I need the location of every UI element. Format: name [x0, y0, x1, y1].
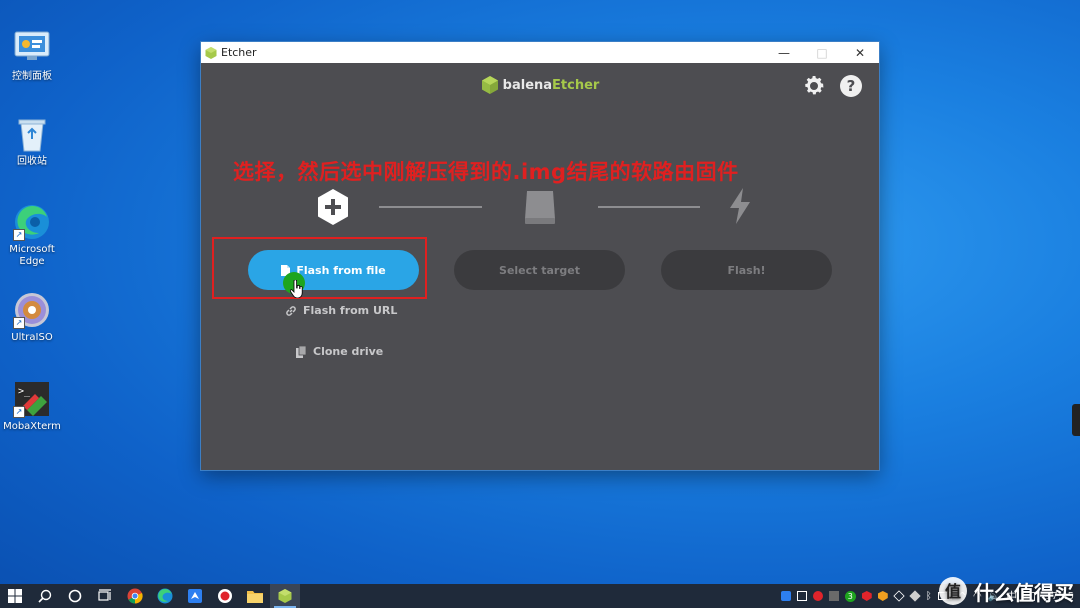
taskbar-recorder[interactable] — [210, 584, 240, 608]
help-icon[interactable]: ? — [839, 74, 863, 98]
watermark: 值 什么值得买 — [938, 576, 1074, 606]
desktop-icon-label: MobaXterm — [3, 421, 61, 432]
svg-text:?: ? — [847, 77, 856, 95]
brand-logo: balena Etcher — [201, 76, 879, 94]
start-button[interactable] — [0, 584, 30, 608]
svg-text:>_: >_ — [18, 386, 31, 397]
control-panel-icon — [13, 30, 51, 68]
taskbar-file-explorer[interactable] — [240, 584, 270, 608]
maximize-button[interactable]: □ — [803, 42, 841, 63]
shortcut-arrow-icon: ↗ — [13, 229, 25, 241]
edge-icon — [157, 588, 173, 604]
etcher-app-icon — [278, 589, 292, 603]
window-title: Etcher — [221, 46, 257, 59]
link-icon — [286, 305, 296, 316]
chrome-icon — [127, 588, 143, 604]
tray-app2-icon[interactable] — [909, 590, 921, 602]
tray-badge[interactable]: 3 — [844, 590, 856, 602]
taskbar-etcher[interactable] — [270, 584, 300, 608]
balena-cube-icon — [481, 76, 498, 94]
desktop-icon-label: 回收站 — [17, 156, 47, 167]
title-bar[interactable]: Etcher — □ ✕ — [201, 42, 879, 63]
taskbar-chrome[interactable] — [120, 584, 150, 608]
watermark-logo-icon: 值 — [939, 577, 967, 605]
desktop-icon-label: 控制面板 — [12, 71, 52, 82]
tray-security-icon[interactable] — [877, 591, 888, 601]
flash-from-url-link[interactable]: Flash from URL — [285, 304, 397, 317]
tray-square-icon[interactable] — [828, 591, 839, 601]
add-source-hex-icon — [318, 189, 348, 225]
task-view-button[interactable] — [90, 584, 120, 608]
step-connector — [598, 206, 700, 208]
desktop-icon-mobaxterm[interactable]: >_ ↗ MobaXterm — [0, 380, 64, 433]
taskbar: 3 ᛒ ^ ◠ 🔈 中 17:45 — [0, 584, 1080, 608]
tray-notepad-icon[interactable] — [796, 591, 807, 601]
desktop-icon-edge[interactable]: ↗ Microsoft Edge — [0, 203, 64, 268]
drive-icon — [525, 191, 555, 224]
tray-shield-icon[interactable] — [861, 591, 872, 601]
clone-drive-link[interactable]: Clone drive — [296, 345, 383, 358]
bluetooth-icon[interactable]: ᛒ — [926, 591, 932, 602]
recycle-bin-icon — [13, 115, 51, 153]
shortcut-arrow-icon: ↗ — [13, 317, 25, 329]
search-button[interactable] — [30, 584, 60, 608]
cortana-button[interactable] — [60, 584, 90, 608]
flash-from-url-label: Flash from URL — [303, 304, 398, 317]
select-target-button[interactable]: Select target — [454, 250, 625, 290]
side-panel-tab[interactable] — [1072, 404, 1080, 436]
desktop-icon-recycle-bin[interactable]: 回收站 — [0, 115, 64, 168]
annotation-instruction: 选择，然后选中刚解压得到的.img结尾的软路由固件 — [233, 160, 739, 184]
ultraiso-disc-icon: ↗ — [13, 291, 51, 329]
edge-icon: ↗ — [13, 203, 51, 241]
tray-app-icon[interactable] — [780, 591, 791, 601]
tray-record-icon[interactable] — [812, 591, 823, 601]
record-icon — [218, 589, 232, 603]
etcher-app-icon — [205, 46, 217, 59]
close-button[interactable]: ✕ — [841, 42, 879, 63]
desktop-icon-label: UltraISO — [11, 332, 53, 343]
watermark-logo-char: 值 — [945, 582, 961, 601]
clone-drive-label: Clone drive — [313, 345, 384, 358]
brand-prefix: balena — [502, 77, 553, 93]
search-icon — [38, 589, 52, 603]
task-view-icon — [98, 589, 111, 601]
mobaxterm-icon: >_ ↗ — [13, 380, 51, 418]
minimize-button[interactable]: — — [765, 42, 803, 63]
taskbar-edge[interactable] — [150, 584, 180, 608]
cortana-ring-icon — [68, 589, 82, 603]
flash-button[interactable]: Flash! — [661, 250, 832, 290]
desktop-icon-control-panel[interactable]: 控制面板 — [0, 30, 64, 83]
desktop-icon-label: Microsoft Edge — [9, 244, 55, 267]
settings-gear-icon[interactable] — [802, 74, 826, 98]
folder-icon — [247, 591, 263, 603]
windows-logo-icon — [8, 589, 22, 603]
taskbar-app-blue[interactable] — [180, 584, 210, 608]
annotation-highlight-box — [212, 237, 427, 299]
brand-suffix: Etcher — [552, 77, 600, 93]
flash-lightning-icon — [730, 188, 750, 224]
shortcut-arrow-icon: ↗ — [13, 406, 25, 418]
app-bird-icon — [188, 589, 202, 603]
step-connector — [379, 206, 482, 208]
hand-cursor-icon — [290, 280, 303, 298]
copy-icon — [296, 345, 307, 358]
desktop-icon-ultraiso[interactable]: ↗ UltraISO — [0, 291, 64, 344]
watermark-text: 什么值得买 — [974, 580, 1074, 605]
tray-diamond-icon[interactable] — [893, 590, 905, 602]
